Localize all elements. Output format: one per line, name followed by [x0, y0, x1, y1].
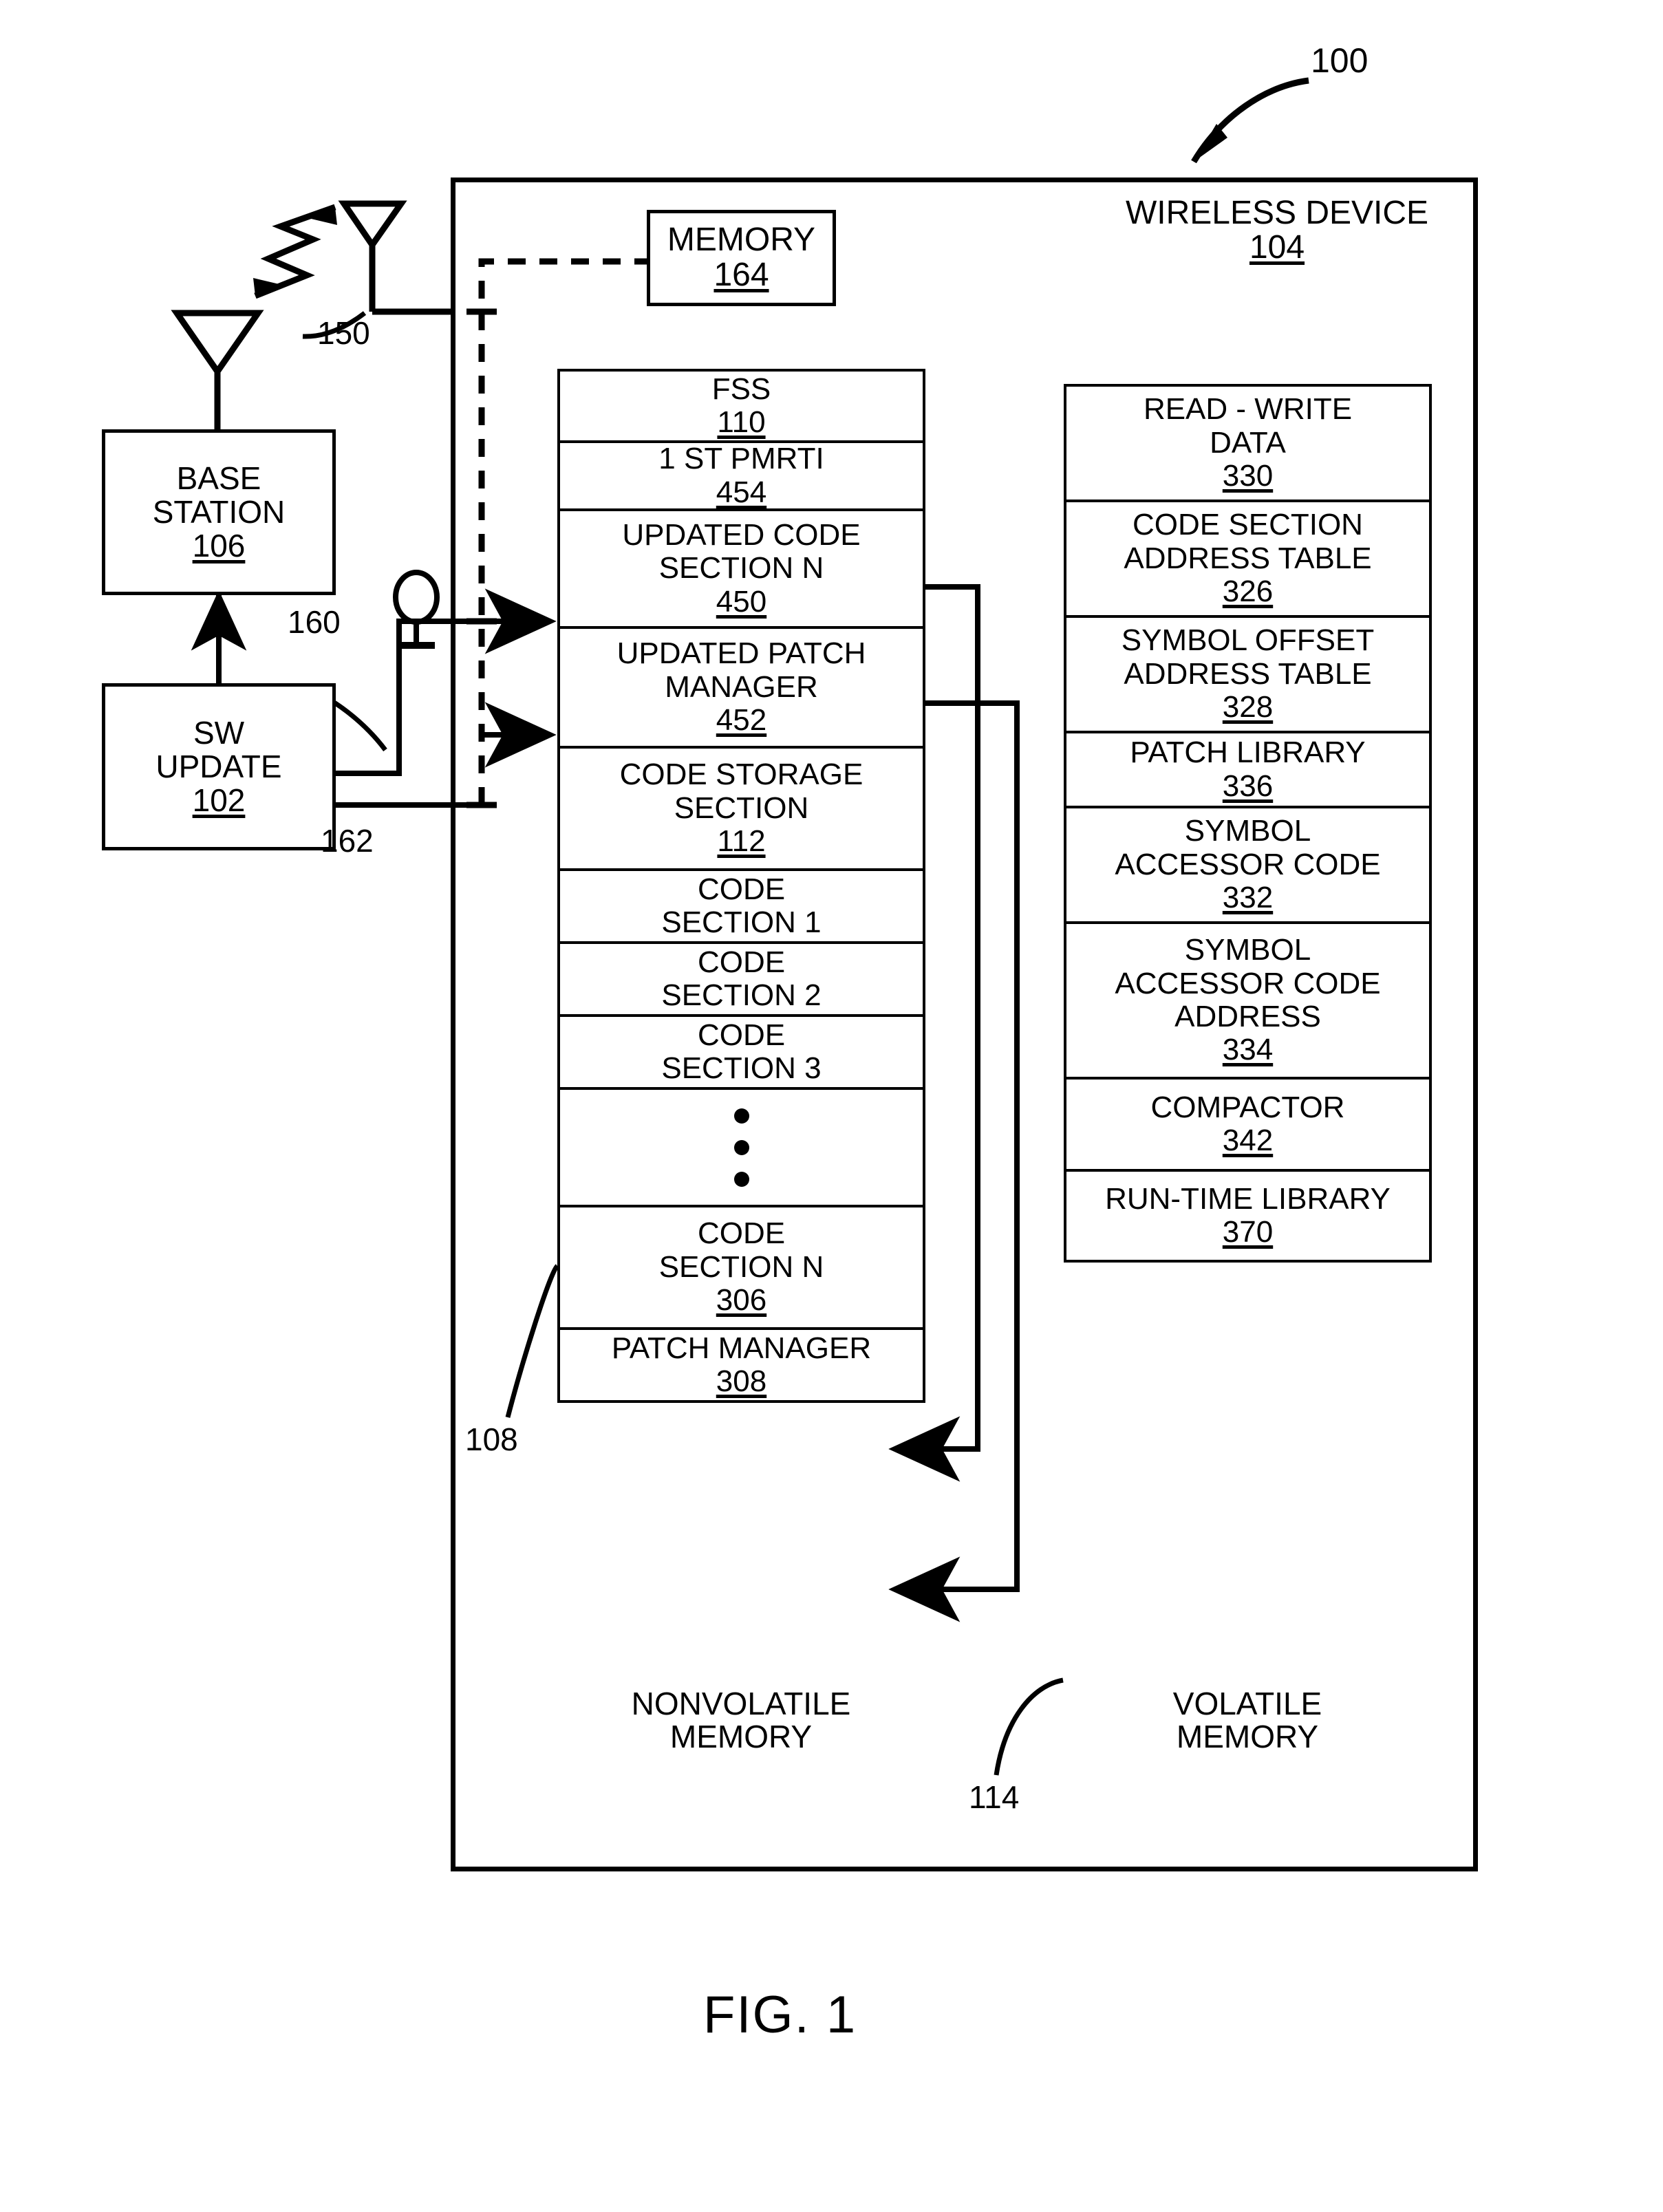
ref-108: 108	[465, 1421, 518, 1457]
leader-100	[1191, 77, 1309, 164]
nonvolatile-row-2-ref: 450	[716, 584, 767, 619]
nonvolatile-row-5-line: SECTION 1	[661, 905, 822, 939]
volatile-row-3-ref: 336	[1222, 769, 1274, 803]
volatile-row-2-line: ADDRESS TABLE	[1124, 656, 1372, 691]
volatile-row-7-ref: 370	[1222, 1215, 1274, 1249]
nonvolatile-row-5: CODE SECTION 1	[557, 868, 925, 944]
volatile-row-2: SYMBOL OFFSET ADDRESS TABLE 328	[1064, 615, 1432, 733]
nonvolatile-row-10-line: PATCH MANAGER	[611, 1331, 872, 1365]
volatile-row-5-line: SYMBOL	[1184, 933, 1311, 967]
nonvolatile-row-3-ref: 452	[716, 703, 767, 738]
nonvolatile-row-1: 1 ST PMRTI 454	[557, 440, 925, 511]
nonvolatile-row-9-ref: 306	[716, 1283, 767, 1318]
volatile-row-3: PATCH LIBRARY 336	[1064, 731, 1432, 808]
nonvolatile-row-6-line: CODE	[697, 945, 786, 979]
nonvolatile-row-7-line: SECTION 3	[661, 1051, 822, 1085]
nonvolatile-row-5-line: CODE	[697, 872, 786, 906]
nonvolatile-row-6-line: SECTION 2	[661, 978, 822, 1012]
nonvolatile-row-6: CODE SECTION 2	[557, 941, 925, 1017]
nonvolatile-ellipsis-icon	[733, 1108, 749, 1187]
base-station-antenna	[171, 310, 264, 429]
nonvolatile-row-10-ref: 308	[716, 1364, 767, 1398]
volatile-row-7-line: RUN-TIME LIBRARY	[1105, 1181, 1391, 1216]
volatile-row-6-line: COMPACTOR	[1150, 1090, 1345, 1124]
nonvolatile-row-1-line: 1 ST PMRTI	[658, 442, 824, 476]
dot	[733, 1139, 749, 1155]
system-ref-100: 100	[1311, 41, 1369, 80]
volatile-row-0-line: DATA	[1210, 425, 1286, 460]
memory-164-box: MEMORY 164	[647, 210, 836, 306]
volatile-row-1-line: ADDRESS TABLE	[1124, 541, 1372, 575]
volatile-row-5: SYMBOL ACCESSOR CODE ADDRESS 334	[1064, 921, 1432, 1080]
volatile-row-1: CODE SECTION ADDRESS TABLE 326	[1064, 500, 1432, 618]
nonvolatile-row-9-line: CODE	[697, 1216, 786, 1251]
volatile-row-4: SYMBOL ACCESSOR CODE 332	[1064, 806, 1432, 924]
volatile-row-4-line: SYMBOL	[1184, 814, 1311, 848]
volatile-row-1-ref: 326	[1222, 575, 1274, 609]
nonvolatile-row-10: PATCH MANAGER 308	[557, 1327, 925, 1403]
sw-update-box: SW UPDATE 102	[102, 683, 336, 850]
volatile-row-5-line: ADDRESS	[1174, 1000, 1321, 1033]
volatile-row-1-line: CODE SECTION	[1133, 508, 1363, 542]
volatile-row-2-line: SYMBOL OFFSET	[1121, 623, 1375, 658]
figure-caption: FIG. 1	[703, 1986, 857, 2044]
device-antenna	[338, 200, 454, 315]
volatile-row-3-line: PATCH LIBRARY	[1130, 735, 1366, 770]
volatile-row-7: RUN-TIME LIBRARY 370	[1064, 1169, 1432, 1263]
nonvolatile-row-8	[557, 1087, 925, 1207]
rf-link-bolt	[253, 204, 337, 299]
nonvolatile-row-2-line: SECTION N	[658, 551, 824, 586]
nonvolatile-row-0: FSS 110	[557, 369, 925, 443]
volatile-row-4-ref: 332	[1222, 881, 1274, 915]
volatile-row-4-line: ACCESSOR CODE	[1115, 847, 1381, 881]
ref-162: 162	[321, 823, 374, 859]
nonvolatile-row-7: CODE SECTION 3	[557, 1014, 925, 1090]
nonvolatile-row-4-line: SECTION	[674, 791, 809, 825]
ref-160: 160	[288, 604, 341, 640]
volatile-row-2-ref: 328	[1222, 690, 1274, 724]
nonvolatile-row-3-line: UPDATED PATCH	[616, 636, 866, 671]
patent-figure-page: WIRELESS DEVICE 104 100 BASE STATION 106…	[0, 0, 1663, 2212]
volatile-memory-label: VOLATILE MEMORY	[1172, 1686, 1322, 1755]
nonvolatile-row-2-line: UPDATED CODE	[622, 517, 861, 552]
nonvolatile-row-3-line: MANAGER	[665, 669, 818, 704]
nonvolatile-row-1-ref: 454	[716, 475, 767, 509]
dot	[733, 1171, 749, 1187]
nonvolatile-row-9-line: SECTION N	[658, 1249, 824, 1284]
ref-114: 114	[969, 1779, 1020, 1815]
nonvolatile-row-3: UPDATED PATCH MANAGER 452	[557, 626, 925, 749]
volatile-row-0-line: READ - WRITE	[1143, 392, 1353, 427]
volatile-row-0-ref: 330	[1222, 459, 1274, 493]
nonvolatile-row-2: UPDATED CODE SECTION N 450	[557, 508, 925, 629]
base-station-box: BASE STATION 106	[102, 429, 336, 595]
nonvolatile-row-4: CODE STORAGE SECTION 112	[557, 746, 925, 871]
nonvolatile-row-4-line: CODE STORAGE	[619, 758, 863, 792]
dot	[733, 1108, 749, 1124]
volatile-row-0: READ - WRITE DATA 330	[1064, 384, 1432, 502]
nonvolatile-row-9: CODE SECTION N 306	[557, 1205, 925, 1330]
wireless-device-title: WIRELESS DEVICE 104	[1125, 195, 1429, 266]
volatile-row-6-ref: 342	[1222, 1124, 1274, 1157]
nonvolatile-row-0-line: FSS	[711, 372, 771, 406]
volatile-row-5-line: ACCESSOR CODE	[1115, 966, 1381, 1000]
ref-150: 150	[317, 315, 370, 351]
nonvolatile-row-4-ref: 112	[717, 824, 766, 859]
nonvolatile-row-7-line: CODE	[697, 1018, 786, 1052]
nonvolatile-memory-label: NONVOLATILE MEMORY	[631, 1686, 851, 1755]
nonvolatile-row-0-ref: 110	[717, 405, 766, 439]
volatile-row-6: COMPACTOR 342	[1064, 1077, 1432, 1172]
volatile-row-5-ref: 334	[1222, 1033, 1274, 1067]
